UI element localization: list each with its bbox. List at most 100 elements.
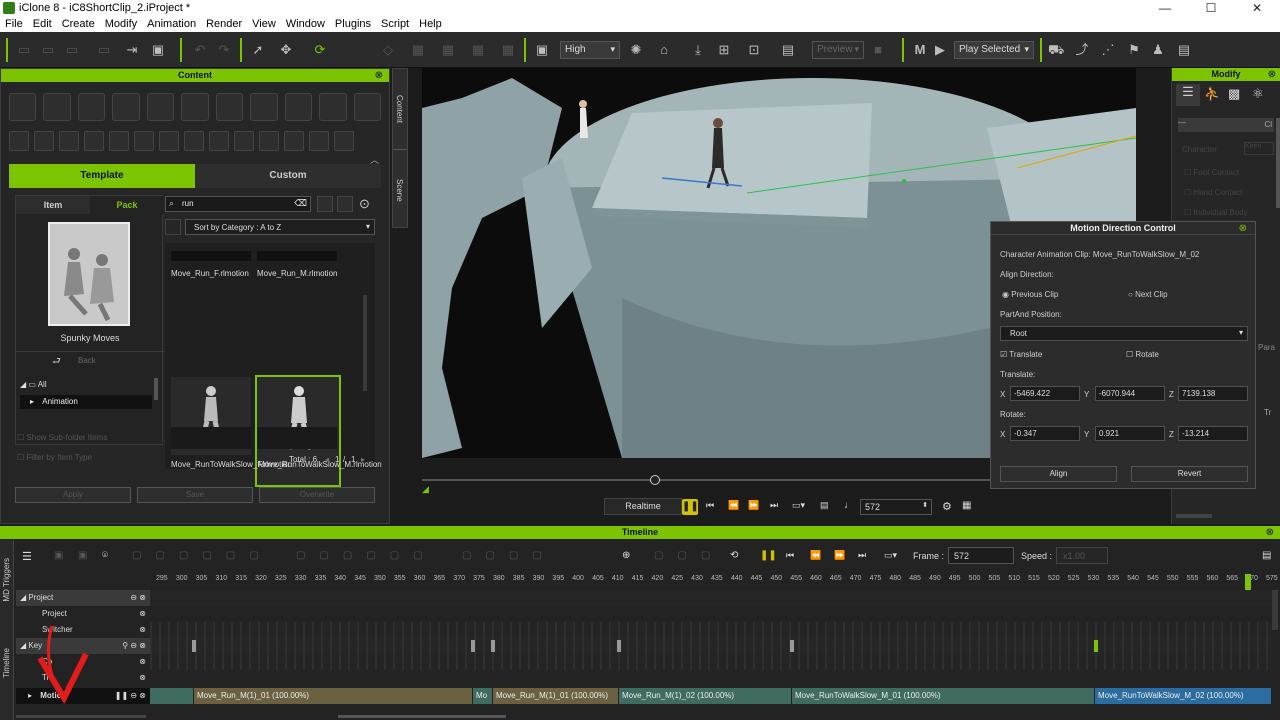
menu-animation[interactable]: Animation xyxy=(142,18,201,30)
sub-icon[interactable] xyxy=(34,131,54,151)
rotate-icon[interactable]: ⟳ xyxy=(312,42,328,58)
link-icon[interactable]: ⌾ xyxy=(102,550,108,561)
export-icon[interactable]: ⇥ xyxy=(124,42,140,58)
frame-icon[interactable]: ⊞ xyxy=(716,42,732,58)
track-project[interactable]: Project ⊗ xyxy=(16,606,150,622)
menu-plugins[interactable]: Plugins xyxy=(330,18,376,30)
tab-content-vertical[interactable]: Content xyxy=(395,95,404,123)
motion-icon[interactable] xyxy=(181,93,209,121)
track-hscrollbar[interactable] xyxy=(16,715,146,718)
keyframe[interactable] xyxy=(192,640,196,652)
move-icon[interactable]: ✥ xyxy=(278,42,294,58)
camera-icon[interactable]: ▦ xyxy=(440,42,456,58)
sub-icon[interactable] xyxy=(184,131,204,151)
loop-icon[interactable]: ▭▾ xyxy=(884,550,897,561)
prev-frame-icon[interactable]: ⏪ xyxy=(810,550,821,561)
go-to-end-icon[interactable]: ⏭ xyxy=(858,550,866,561)
timeline-frame-input[interactable]: 572 xyxy=(948,547,1014,564)
go-to-start-icon[interactable]: ⏮ xyxy=(786,550,794,561)
tool-icon[interactable]: ▣ xyxy=(54,550,63,561)
keyframe[interactable] xyxy=(491,640,495,652)
option-hand-contact[interactable]: ☐ Hand Contact xyxy=(1184,188,1242,197)
view-tools-icons[interactable]: ▢▢▢ xyxy=(654,550,724,561)
menu-modify[interactable]: Modify xyxy=(100,18,142,30)
pause-icon[interactable]: ❚❚ xyxy=(760,550,777,561)
path-icon[interactable]: ⤴ xyxy=(1074,42,1090,58)
sub-icon[interactable] xyxy=(209,131,229,151)
sliders-icon[interactable]: ☰ xyxy=(1176,84,1200,106)
tree-icon[interactable] xyxy=(284,93,313,121)
scrub-handle[interactable] xyxy=(649,475,660,485)
play-mode-dropdown[interactable]: Play Selected xyxy=(954,41,1034,59)
translate-y-input[interactable]: -6070.944 xyxy=(1095,386,1165,401)
head-icon[interactable] xyxy=(77,93,106,121)
close-icon[interactable]: ⊗ xyxy=(1268,69,1276,80)
save-icon[interactable]: ▭ xyxy=(64,42,80,58)
subtab-pack[interactable]: Pack xyxy=(90,196,164,214)
timeline-vscrollbar[interactable] xyxy=(1272,590,1278,630)
menu-create[interactable]: Create xyxy=(57,18,100,30)
timeline-menu-icon[interactable]: ▤ xyxy=(1262,550,1271,561)
option-show-subfolder[interactable]: ☐ Show Sub-folder Items xyxy=(17,433,107,442)
display-icon[interactable]: ▣ xyxy=(534,42,550,58)
tree-node-all[interactable]: ◢ ▭ All xyxy=(20,380,47,389)
timeline-hscrollbar[interactable] xyxy=(338,715,506,718)
part-dropdown[interactable]: Root ▾ xyxy=(1000,326,1248,341)
clip-tools-icons[interactable]: ▢▢▢▢▢▢ xyxy=(296,550,437,561)
thumbnail[interactable] xyxy=(257,427,337,449)
quality-dropdown[interactable]: High xyxy=(560,41,620,59)
undo-icon[interactable]: ↶ xyxy=(192,42,208,58)
option-individual-body[interactable]: ☐ Individual Body xyxy=(1184,208,1248,217)
atom-icon[interactable]: ⚛ xyxy=(1252,86,1264,102)
close-button[interactable]: ✕ xyxy=(1234,1,1280,15)
motion-director-icon[interactable]: M xyxy=(910,42,930,58)
close-icon[interactable]: ⊗ xyxy=(1266,527,1274,538)
waypoint-icon[interactable]: ⋰ xyxy=(1100,42,1116,58)
edit-tools-icons[interactable]: ▢▢▢▢▢▢ xyxy=(132,550,273,561)
item-label-run-m[interactable]: Move_Run_M.rlmotion xyxy=(257,269,343,278)
tab-timeline[interactable]: Timeline xyxy=(2,648,11,678)
radio-previous-clip[interactable]: ◉ Previous Clip xyxy=(1002,290,1058,299)
subtitle-icon[interactable]: ▤ xyxy=(820,500,829,511)
motion-clip-selected[interactable]: Move_RunToWalkSlow_M_02 (100.00%) xyxy=(1095,688,1272,704)
track-project-group[interactable]: ◢ Project ⊖ ⊗ xyxy=(16,590,150,606)
keyframe[interactable] xyxy=(471,640,475,652)
select-icon[interactable]: ➚ xyxy=(250,42,266,58)
next-frame-icon[interactable]: ⏩ xyxy=(748,500,759,511)
thumbnail[interactable] xyxy=(171,251,251,261)
menu-script[interactable]: Script xyxy=(376,18,414,30)
motion-clip[interactable]: Move_Run_M(1)_01 (100.00%) xyxy=(493,688,619,704)
motion-clip[interactable]: Move_Run_M(1)_01 (100.00%) xyxy=(194,688,473,704)
avatar-icon[interactable] xyxy=(43,93,71,121)
car-icon[interactable]: ⛟ xyxy=(1048,42,1064,58)
prop-icon[interactable] xyxy=(319,93,347,121)
translate-z-input[interactable]: 7139.138 xyxy=(1178,386,1248,401)
frame-input[interactable]: 572 ⬍ xyxy=(860,499,932,515)
next-frame-icon[interactable]: ⏩ xyxy=(834,550,845,561)
track-controls-icon[interactable]: ⚲ ⊖ ⊗ xyxy=(122,638,146,654)
sub-icon[interactable] xyxy=(134,131,154,151)
option-filter-type[interactable]: ☐ Filter by Item Type xyxy=(17,453,92,462)
go-to-start-icon[interactable]: ⏮ xyxy=(706,500,714,511)
rotate-y-input[interactable]: 0.921 xyxy=(1095,426,1165,441)
tab-scene-vertical[interactable]: Scene xyxy=(395,179,404,202)
settings-gear-icon[interactable]: ⚙ xyxy=(942,500,952,513)
grid-scrollbar[interactable] xyxy=(363,295,367,391)
audio-icon[interactable]: ♩ xyxy=(844,500,854,511)
motion-clip[interactable] xyxy=(150,688,194,704)
thumbnail[interactable] xyxy=(171,427,251,449)
redo-icon[interactable]: ↷ xyxy=(216,42,232,58)
focus-icon[interactable]: ⊡ xyxy=(746,42,762,58)
grid-icon[interactable]: ▦ xyxy=(470,42,486,58)
tree-node-animation[interactable]: ▸ Animation xyxy=(20,395,152,409)
motion-clip[interactable]: Move_RunToWalkSlow_M_01 (100.00%) xyxy=(792,688,1095,704)
fit-icon[interactable]: ⤓ xyxy=(690,42,706,58)
sub-icon[interactable] xyxy=(234,131,254,151)
align-icon[interactable]: ▦ xyxy=(410,42,426,58)
sub-icon[interactable] xyxy=(59,131,79,151)
sub-icon[interactable] xyxy=(159,131,179,151)
body-icon[interactable] xyxy=(112,93,140,121)
crowd-icon[interactable]: ♟ xyxy=(1150,42,1166,58)
thumbnail[interactable] xyxy=(257,251,337,261)
item-label-run-f[interactable]: Move_Run_F.rlmotion xyxy=(171,269,251,278)
